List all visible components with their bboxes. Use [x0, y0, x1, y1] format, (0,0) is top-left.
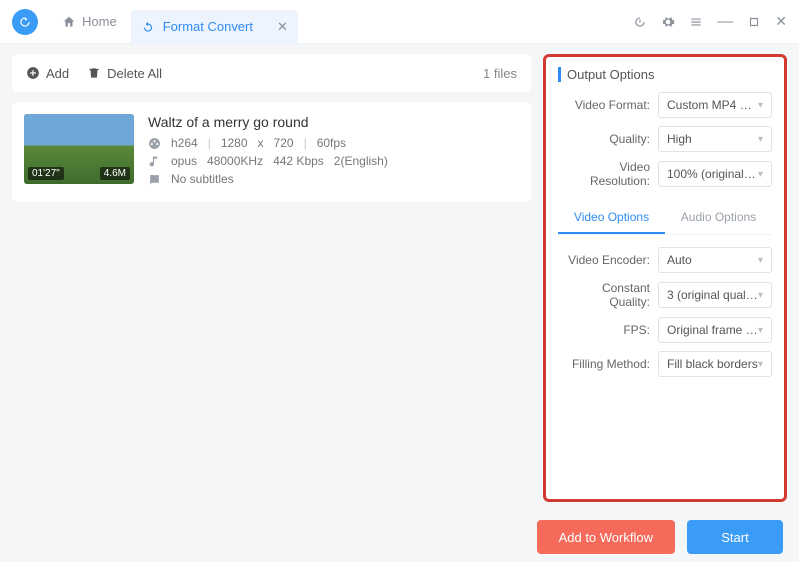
- tab-convert-label: Format Convert: [163, 19, 253, 34]
- right-pane: Output Options Video Format: Custom MP4 …: [543, 44, 799, 512]
- chevron-down-icon: ▾: [758, 255, 763, 266]
- file-card[interactable]: 01'27" 4.6M Waltz of a merry go round h2…: [12, 102, 531, 202]
- fps-label: FPS:: [558, 323, 658, 337]
- cq-label: Constant Quality:: [558, 281, 658, 309]
- history-icon[interactable]: [633, 15, 647, 29]
- add-button[interactable]: Add: [26, 66, 69, 81]
- video-icon: [148, 137, 161, 150]
- fill-label: Filling Method:: [558, 357, 658, 371]
- start-button[interactable]: Start: [687, 520, 783, 554]
- delete-all-label: Delete All: [107, 66, 162, 81]
- window-controls: — ✕: [633, 13, 787, 31]
- output-panel: Output Options Video Format: Custom MP4 …: [543, 54, 787, 502]
- file-title: Waltz of a merry go round: [148, 114, 519, 130]
- encoder-select[interactable]: Auto ▾: [658, 247, 772, 273]
- video-meta-row: h264| 1280 x 720| 60fps: [148, 136, 519, 150]
- gear-icon[interactable]: [661, 15, 675, 29]
- fill-select[interactable]: Fill black borders ▾: [658, 351, 772, 377]
- window-close-icon[interactable]: ✕: [775, 13, 787, 30]
- quality-select[interactable]: High ▾: [658, 126, 772, 152]
- thumbnail: 01'27" 4.6M: [24, 114, 134, 184]
- close-icon[interactable]: ✕: [277, 19, 288, 35]
- duration-badge: 01'27": [28, 167, 64, 180]
- plus-icon: [26, 66, 40, 80]
- app-logo: [12, 9, 38, 35]
- minimize-icon[interactable]: —: [717, 13, 733, 31]
- chevron-down-icon: ▾: [758, 100, 763, 111]
- subtitle-icon: [148, 173, 161, 186]
- filesize-badge: 4.6M: [100, 167, 130, 180]
- video-format-label: Video Format:: [558, 98, 658, 112]
- left-pane: Add Delete All 1 files 01'27" 4.6M Waltz…: [0, 44, 543, 512]
- encoder-label: Video Encoder:: [558, 253, 658, 267]
- chevron-down-icon: ▾: [758, 169, 763, 180]
- maximize-icon[interactable]: [747, 15, 761, 29]
- footer: Add to Workflow Start: [0, 512, 799, 562]
- file-meta: Waltz of a merry go round h264| 1280 x 7…: [148, 114, 519, 190]
- file-count: 1 files: [483, 66, 517, 81]
- cq-select[interactable]: 3 (original quality) ▾: [658, 282, 772, 308]
- tab-home[interactable]: Home: [48, 0, 131, 43]
- trash-icon: [87, 66, 101, 80]
- video-format-select[interactable]: Custom MP4 Movie(… ▾: [658, 92, 772, 118]
- fps-select[interactable]: Original frame rate ▾: [658, 317, 772, 343]
- option-tabs: Video Options Audio Options: [558, 202, 772, 235]
- delete-all-button[interactable]: Delete All: [87, 66, 162, 81]
- tab-video-options[interactable]: Video Options: [558, 202, 665, 234]
- subtitle-meta-row: No subtitles: [148, 172, 519, 186]
- music-icon: [148, 155, 161, 168]
- menu-icon[interactable]: [689, 15, 703, 29]
- resolution-label: Video Resolution:: [558, 160, 658, 188]
- tab-home-label: Home: [82, 14, 117, 29]
- audio-meta-row: opus 48000KHz 442 Kbps 2(English): [148, 154, 519, 168]
- file-toolbar: Add Delete All 1 files: [12, 54, 531, 92]
- chevron-down-icon: ▾: [758, 359, 763, 370]
- chevron-down-icon: ▾: [758, 134, 763, 145]
- refresh-icon: [141, 20, 155, 34]
- tab-audio-options[interactable]: Audio Options: [665, 202, 772, 234]
- output-title: Output Options: [558, 67, 772, 82]
- main-area: Add Delete All 1 files 01'27" 4.6M Waltz…: [0, 44, 799, 512]
- home-icon: [62, 15, 76, 29]
- chevron-down-icon: ▾: [758, 325, 763, 336]
- chevron-down-icon: ▾: [758, 290, 763, 301]
- tab-format-convert[interactable]: Format Convert ✕: [131, 10, 298, 44]
- add-to-workflow-button[interactable]: Add to Workflow: [537, 520, 675, 554]
- add-label: Add: [46, 66, 69, 81]
- quality-label: Quality:: [558, 132, 658, 146]
- resolution-select[interactable]: 100% (original resol… ▾: [658, 161, 772, 187]
- titlebar: Home Format Convert ✕ — ✕: [0, 0, 799, 44]
